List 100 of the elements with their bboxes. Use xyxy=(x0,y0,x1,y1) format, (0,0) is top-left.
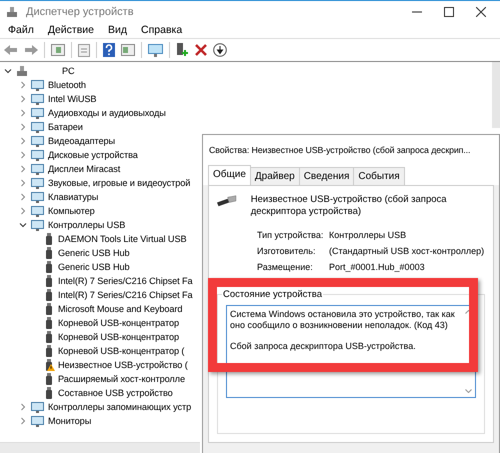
chevron-right-icon[interactable] xyxy=(19,95,27,103)
property-value: Port_#0001.Hub_#0003 xyxy=(329,262,426,272)
tree-item[interactable]: Мониторы xyxy=(48,416,92,426)
tree-item[interactable]: Generic USB Hub xyxy=(58,248,130,258)
chevron-right-icon[interactable] xyxy=(19,123,27,131)
tab[interactable]: События xyxy=(353,167,405,185)
tree-item[interactable]: Составное USB устройство xyxy=(58,388,173,398)
tree-item[interactable]: Звуковые, игровые и видеоустрой xyxy=(48,178,190,188)
tree-item[interactable]: Аудиовходы и аудиовыходы xyxy=(48,108,166,118)
tree-item[interactable]: Intel WiUSB xyxy=(48,94,96,104)
chevron-right-icon[interactable] xyxy=(19,137,27,145)
close-icon[interactable] xyxy=(476,6,486,16)
device-category-icon xyxy=(31,192,44,202)
tree-item[interactable]: DAEMON Tools Lite Virtual USB xyxy=(58,234,186,244)
device-category-icon xyxy=(31,150,44,160)
property-value: Контроллеры USB xyxy=(329,230,408,240)
menu-item[interactable]: Действие xyxy=(48,24,94,36)
menu-item[interactable]: Файл xyxy=(8,24,34,36)
property-label: Тип устройства: xyxy=(257,230,324,240)
usb-plug-icon xyxy=(46,317,52,329)
panel-icon[interactable] xyxy=(51,44,65,56)
tree-item[interactable]: Компьютер xyxy=(48,206,95,216)
status-field[interactable]: Система Windows остановила это устройство, так как оно сообщило о возникновении неполадок. (Код 43) Сбой запроса дескриптора USB-устройства. xyxy=(226,305,476,398)
tab[interactable]: Сведения xyxy=(298,167,354,185)
tree-item[interactable]: Microsoft Mouse and Keyboard xyxy=(58,304,182,314)
device-category-icon xyxy=(31,94,44,104)
menu-item[interactable]: Справка xyxy=(141,24,182,36)
device-category-icon xyxy=(31,164,44,174)
chevron-right-icon[interactable] xyxy=(19,165,27,173)
device-manager-icon xyxy=(6,6,18,18)
device-category-icon xyxy=(31,108,44,118)
tree-item[interactable]: Клавиатуры xyxy=(48,192,98,202)
tree-item[interactable]: Контроллеры запоминающих устр xyxy=(48,402,192,412)
chevron-right-icon[interactable] xyxy=(19,151,27,159)
device-category-icon xyxy=(31,206,44,216)
property-label: Размещение: xyxy=(257,262,314,272)
chevron-down-icon[interactable] xyxy=(4,67,12,75)
scrollbar[interactable] xyxy=(492,62,500,128)
forward-arrow-icon[interactable] xyxy=(24,44,38,56)
status-text: Сбой запроса дескриптора USB-устройства. xyxy=(230,341,417,352)
usb-plug-icon xyxy=(46,345,52,357)
help-icon[interactable] xyxy=(103,43,115,57)
device-category-icon xyxy=(31,122,44,132)
tree-item[interactable]: Расширяемый хост-контролле xyxy=(58,374,185,384)
tree-item[interactable]: Дисковые устройства xyxy=(48,150,138,160)
window-title: Диспетчер устройств xyxy=(26,6,134,18)
delete-icon[interactable] xyxy=(195,44,207,56)
device-category-icon xyxy=(31,402,44,412)
tree-item[interactable]: Контроллеры USB xyxy=(48,220,126,230)
chevron-right-icon[interactable] xyxy=(19,403,27,411)
tree-item[interactable]: PC xyxy=(62,66,75,76)
download-icon[interactable] xyxy=(213,43,227,57)
device-category-icon xyxy=(31,80,44,90)
maximize-icon[interactable] xyxy=(444,6,454,16)
usb-connector-icon xyxy=(217,194,237,208)
tree-item[interactable]: Дисплеи Miracast xyxy=(48,164,120,174)
tree-item[interactable]: Неизвестное USB-устройство ( xyxy=(58,360,188,370)
computer-icon xyxy=(16,65,28,77)
usb-plug-icon xyxy=(46,247,52,259)
scroll-down-icon[interactable] xyxy=(465,389,472,393)
tree-item[interactable]: Батареи xyxy=(48,122,83,132)
tree-item[interactable]: Корневой USB-концентратор xyxy=(58,318,179,328)
device-add-icon[interactable] xyxy=(176,43,189,57)
tree-item[interactable]: Bluetooth xyxy=(48,80,86,90)
tree-item[interactable]: Корневой USB-концентратор xyxy=(58,332,179,342)
group-label: Состояние устройства xyxy=(222,289,323,300)
chevron-right-icon[interactable] xyxy=(19,193,27,201)
menu-item[interactable]: Вид xyxy=(108,24,127,36)
chevron-right-icon[interactable] xyxy=(19,417,27,425)
property-label: Изготовитель: xyxy=(257,246,316,256)
chevron-right-icon[interactable] xyxy=(19,109,27,117)
device-name: Неизвестное USB-устройство (сбой запроса дескриптора устройства) xyxy=(250,194,448,218)
document-icon[interactable] xyxy=(78,44,90,56)
chevron-down-icon[interactable] xyxy=(19,221,27,229)
usb-plug-icon xyxy=(46,261,52,273)
device-category-icon xyxy=(31,220,44,230)
property-value: (Стандартный USB хост-контроллер) xyxy=(329,246,485,256)
device-category-icon xyxy=(31,136,44,146)
tree-item[interactable]: Видеоадаптеры xyxy=(48,136,116,146)
tab[interactable]: Общие xyxy=(208,165,251,185)
chevron-right-icon[interactable] xyxy=(19,207,27,215)
usb-plug-icon xyxy=(46,373,52,385)
usb-plug-icon xyxy=(46,233,52,245)
dialog-title: Свойства: Неизвестное USB-устройство (сбой запроса дескрип... xyxy=(203,135,499,163)
scrollbar[interactable] xyxy=(0,442,200,453)
tree-item[interactable]: Intel(R) 7 Series/C216 Chipset Fa xyxy=(58,290,193,300)
tab[interactable]: Драйвер xyxy=(250,167,300,185)
usb-plug-icon xyxy=(46,289,52,301)
tree-item[interactable]: Generic USB Hub xyxy=(58,262,130,272)
panel-icon[interactable] xyxy=(121,44,135,56)
status-text: Система Windows остановила это устройство, так как оно сообщило о возникновении неполадок. (Код 43) xyxy=(230,309,456,331)
usb-plug-icon xyxy=(46,303,52,315)
tree-item[interactable]: Корневой USB-концентратор ( xyxy=(58,346,184,356)
chevron-right-icon[interactable] xyxy=(19,179,27,187)
tree-item[interactable]: Intel(R) 7 Series/C216 Chipset Fa xyxy=(58,276,193,286)
usb-plug-icon xyxy=(46,275,52,287)
monitor-icon[interactable] xyxy=(148,44,163,56)
usb-plug-icon xyxy=(46,387,52,399)
back-arrow-icon[interactable] xyxy=(4,44,18,56)
chevron-right-icon[interactable] xyxy=(19,81,27,89)
